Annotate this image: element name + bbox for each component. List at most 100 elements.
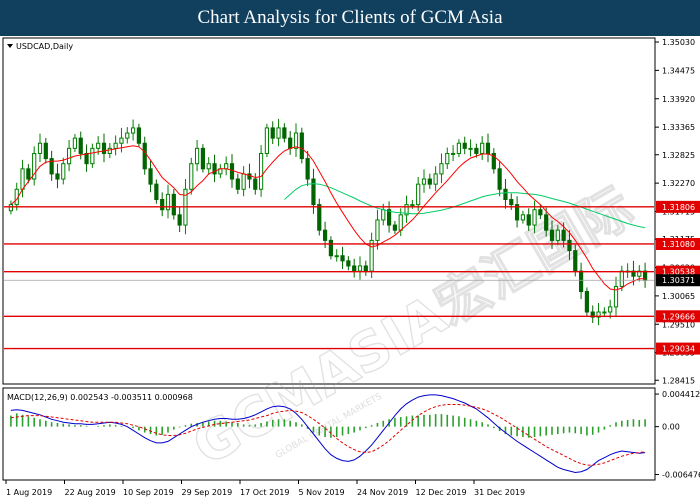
candle-body-up: [468, 147, 473, 150]
candle-body-down: [154, 183, 159, 200]
candle-body-down: [200, 147, 206, 170]
candle-body-down: [509, 198, 514, 206]
candle-body-up: [276, 127, 281, 139]
candle-body-down: [497, 168, 502, 190]
chart-banner-title: Chart Analysis for Clients of GCM Asia: [0, 0, 700, 36]
candle-body-down: [305, 158, 310, 180]
candle-body-up: [125, 132, 130, 139]
macd-y-axis: 0.004412 0.00 -0.006476: [655, 390, 700, 479]
candle-body-up: [445, 152, 450, 165]
candle-body-down: [526, 214, 531, 226]
price-tick-label: 1.33365: [662, 123, 695, 132]
candle-body-up: [224, 163, 229, 170]
candle-body-down: [229, 163, 235, 180]
date-tick-label: 17 Oct 2019: [240, 488, 289, 497]
candle: [189, 157, 194, 195]
candle-body-down: [311, 178, 316, 206]
candle-body-down: [282, 127, 287, 139]
candle-body-up: [66, 147, 72, 165]
candle-body-up: [61, 163, 66, 180]
candle-body-down: [136, 127, 142, 144]
level-price-label: 1.29034: [662, 345, 695, 354]
candle-body-up: [90, 147, 95, 165]
candle-body-down: [462, 142, 467, 149]
candle-body-up: [398, 214, 403, 231]
price-tick-label: 1.34475: [662, 66, 695, 75]
candle-body-down: [322, 229, 328, 241]
candle-body-down: [101, 142, 107, 154]
candle-body-up: [480, 142, 485, 154]
level-price-label: 1.29666: [662, 312, 695, 321]
candle: [299, 127, 304, 164]
date-x-axis: 1 Aug 2019 22 Aug 2019 10 Sep 2019 29 Sep 2…: [5, 480, 525, 497]
candle-body-up: [602, 311, 607, 314]
price-tick-label: 1.32825: [662, 151, 695, 160]
candle-body-down: [346, 260, 351, 267]
candle-body-up: [20, 168, 25, 190]
candle-body-up: [258, 152, 264, 190]
level-price-label: 1.31806: [662, 203, 695, 212]
candle-body-up: [72, 137, 78, 149]
candle-body-down: [578, 270, 584, 293]
candle-body-up: [264, 127, 270, 154]
date-tick-label: 22 Aug 2019: [65, 488, 116, 497]
candle-body-up: [96, 142, 101, 149]
candle-body-down: [148, 168, 153, 185]
candle-body-down: [584, 291, 590, 313]
candle-body-up: [433, 173, 438, 185]
candle-body-up: [8, 204, 14, 212]
candle-body-up: [410, 204, 415, 207]
candle-body-down: [544, 214, 549, 231]
candle-body-up: [194, 147, 200, 165]
candle-body-down: [43, 142, 48, 160]
candle-body-down: [270, 127, 275, 139]
candle-body-down: [386, 209, 392, 226]
candle-body-down: [142, 142, 147, 170]
candle-body-up: [107, 147, 112, 154]
candle-body-down: [78, 137, 83, 154]
candle-body-down: [84, 152, 89, 165]
candle-body-up: [456, 142, 462, 154]
candle-body-down: [317, 204, 322, 231]
candle-body-down: [363, 265, 368, 272]
price-tick-label: 1.28415: [662, 376, 695, 385]
candle-body-up: [206, 163, 211, 170]
macd-tick-label: 0.004412: [662, 390, 700, 399]
candle-body-up: [241, 173, 246, 190]
candle: [317, 198, 322, 236]
date-tick-label: 29 Sep 2019: [182, 488, 233, 497]
date-tick-label: 10 Sep 2019: [123, 488, 174, 497]
candle-body-up: [555, 229, 560, 241]
candle-body-up: [416, 183, 421, 206]
candle-body-up: [439, 163, 444, 175]
macd-tick-label: -0.006476: [662, 470, 700, 479]
candle-body-down: [573, 250, 578, 272]
date-tick-label: 5 Nov 2019: [299, 488, 345, 497]
date-tick-label: 12 Dec 2019: [416, 488, 467, 497]
candle-body-down: [427, 178, 432, 185]
chart-canvas: GCMASIA宏汇国际 GLOBAL CAPITAL MARKETS USDCA…: [2, 37, 700, 497]
candle-body-down: [299, 132, 304, 160]
price-tick-label: 1.32270: [662, 179, 695, 188]
candle-body-up: [130, 127, 136, 134]
candle-body-down: [26, 168, 31, 180]
candle-body-up: [421, 178, 427, 185]
candle-body-down: [288, 137, 293, 149]
date-tick-label: 31 Dec 2019: [474, 488, 525, 497]
candle-body-up: [113, 142, 118, 149]
candle-body-down: [352, 265, 357, 272]
candle-body-up: [608, 306, 613, 313]
candle-body-up: [619, 270, 624, 287]
symbol-label: USDCAD,Daily: [16, 42, 73, 51]
price-tick-label: 1.30065: [662, 292, 695, 301]
candle-body-down: [485, 142, 491, 154]
candle: [264, 123, 270, 158]
candle-body-up: [520, 214, 526, 221]
candle-body-down: [567, 239, 572, 252]
price-panel-title: USDCAD,Daily: [7, 42, 73, 51]
candle-body-up: [119, 137, 124, 144]
date-tick-label: 1 Aug 2019: [6, 488, 52, 497]
candle-body-up: [293, 132, 299, 149]
price-tick-label: 1.33920: [662, 95, 695, 104]
candle-body-up: [381, 209, 386, 221]
